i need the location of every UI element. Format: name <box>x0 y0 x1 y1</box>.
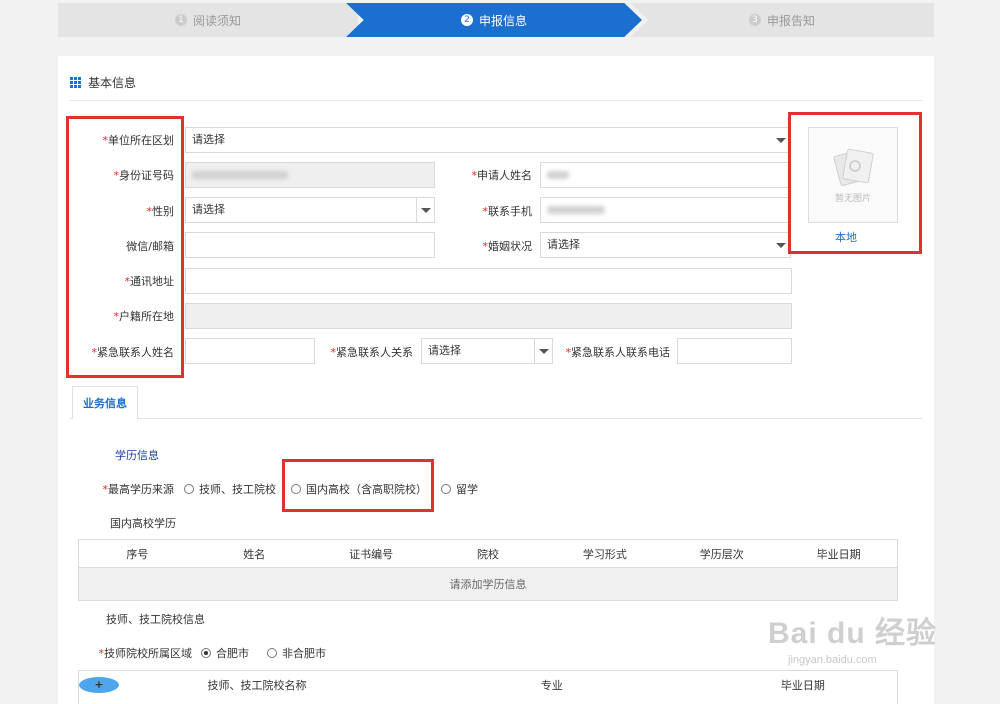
progress-steps: 1 阅读须知 3 申报告知 2 申报信息 <box>58 3 934 37</box>
gender-select[interactable]: 请选择 <box>185 197 435 223</box>
step-number: 2 <box>460 14 473 26</box>
phone-label: *联系手机 <box>482 205 533 218</box>
region-select[interactable]: 请选择 <box>185 127 791 153</box>
emergency-relation-select[interactable]: 请选择 <box>421 338 553 364</box>
annotation-box-photo <box>788 112 922 254</box>
column-header: 姓名 <box>243 547 266 561</box>
column-header: 技师、技工院校名称 <box>207 679 307 692</box>
step-number: 3 <box>748 14 761 26</box>
radio-icon <box>441 484 451 494</box>
chevron-down-icon <box>416 198 434 222</box>
radio-icon <box>291 484 301 494</box>
grid-icon <box>70 77 81 88</box>
step-label: 阅读须知 <box>192 13 241 28</box>
step-number: 1 <box>174 14 187 26</box>
id-number-field <box>185 162 435 188</box>
section-title: 基本信息 <box>70 74 136 91</box>
applicant-name-field[interactable] <box>540 162 791 188</box>
column-header: 学历层次 <box>699 547 744 561</box>
tab-divider <box>70 418 922 419</box>
radio-non-hefei[interactable]: 非合肥市 <box>267 645 326 661</box>
wechat-email-field[interactable] <box>185 232 435 258</box>
radio-icon <box>184 484 194 494</box>
column-header: 专业 <box>540 679 563 692</box>
radio-icon <box>201 648 211 658</box>
emergency-phone-label: *紧急联系人联系电话 <box>565 346 671 359</box>
column-header: 序号 <box>126 547 149 561</box>
step-read-notice: 1 阅读须知 <box>58 3 358 37</box>
column-header: 毕业日期 <box>816 547 861 561</box>
marital-select[interactable]: 请选择 <box>540 232 791 258</box>
divider <box>70 100 922 101</box>
domestic-education-title: 国内高校学历 <box>110 517 176 530</box>
emergency-relation-label: *紧急联系人关系 <box>330 346 414 359</box>
section-title-text: 基本信息 <box>88 76 137 90</box>
emergency-name-field[interactable] <box>185 338 315 364</box>
step-declare-notice: 3 申报告知 <box>630 3 934 37</box>
radio-study-abroad[interactable]: 留学 <box>441 481 478 497</box>
column-header: 学习形式 <box>582 547 627 561</box>
tab-business-info[interactable]: 业务信息 <box>72 386 138 419</box>
address-field[interactable] <box>185 268 792 294</box>
radio-domestic-university[interactable]: 国内高校（含高职院校） <box>291 481 427 497</box>
emergency-phone-field[interactable] <box>677 338 792 364</box>
column-header: 院校 <box>477 547 499 561</box>
radio-technician-school[interactable]: 技师、技工院校 <box>184 481 276 497</box>
applicant-name-label: *申请人姓名 <box>471 169 533 182</box>
step-declare-info-active: 2 申报信息 <box>346 3 642 37</box>
watermark: Bai du 经验 jingyan.baidu.com <box>768 596 958 686</box>
education-title: 学历信息 <box>115 449 159 462</box>
marital-label: *婚姻状况 <box>482 240 533 253</box>
technician-title: 技师、技工院校信息 <box>106 613 205 626</box>
step-label: 申报告知 <box>766 13 815 28</box>
plus-icon: + <box>79 677 119 693</box>
technician-region-label: *技师院校所属区域 <box>98 647 193 660</box>
radio-hefei[interactable]: 合肥市 <box>201 645 249 661</box>
education-source-label: *最高学历来源 <box>102 483 175 496</box>
column-header: 证书编号 <box>349 547 394 561</box>
watermark-text: Bai du 经验 <box>768 617 938 650</box>
phone-field[interactable] <box>540 197 791 223</box>
household-field <box>185 303 792 329</box>
table-header: 序号 姓名 证书编号 院校 学习形式 学历层次 毕业日期 <box>79 540 897 568</box>
watermark-url: jingyan.baidu.com <box>788 654 877 666</box>
radio-icon <box>267 648 277 658</box>
annotation-box-labels <box>66 116 184 378</box>
education-table: 序号 姓名 证书编号 院校 学习形式 学历层次 毕业日期 请添加学历信息 <box>78 539 898 601</box>
chevron-down-icon <box>534 339 552 363</box>
step-label: 申报信息 <box>478 13 527 28</box>
add-row-button[interactable]: + <box>79 677 119 693</box>
